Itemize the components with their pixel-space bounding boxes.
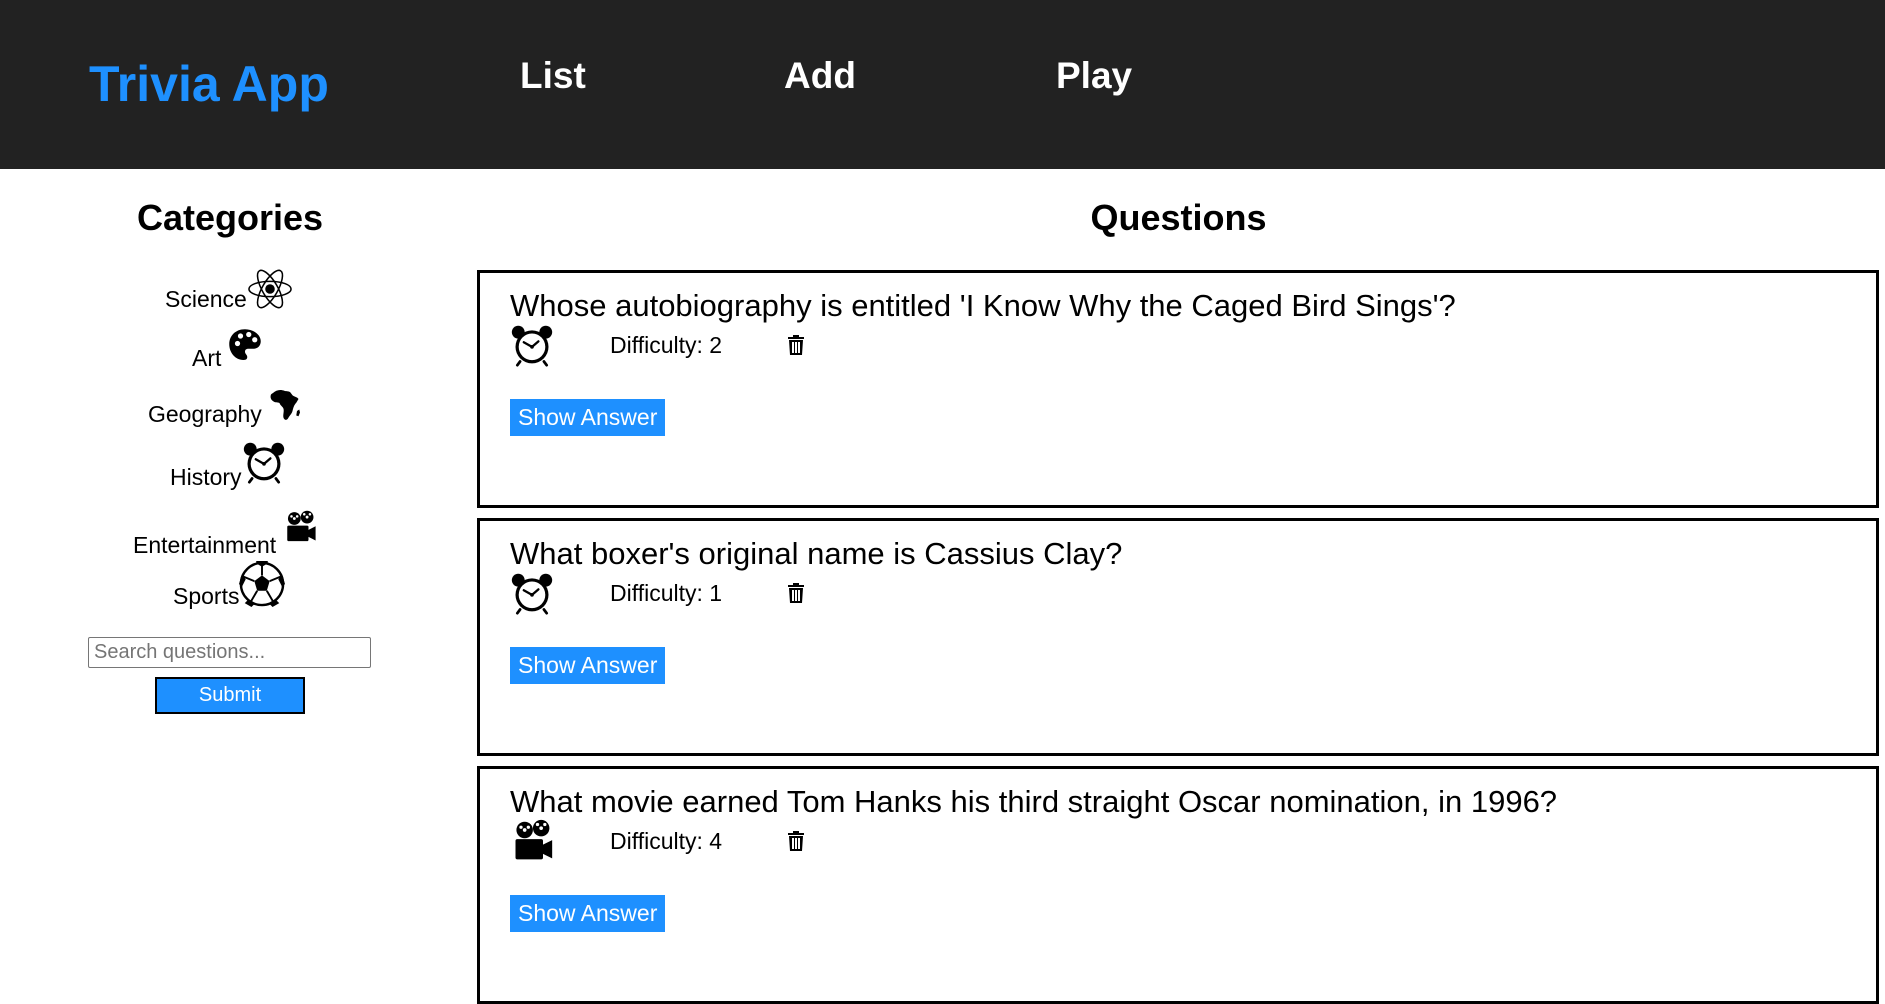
show-answer-button[interactable]: Show Answer [510, 647, 666, 684]
question-card: Whose autobiography is entitled 'I Know … [477, 270, 1879, 508]
africa-map-icon [267, 387, 303, 423]
category-label: Geography [148, 401, 262, 427]
trash-icon[interactable] [784, 333, 808, 357]
alarm-clock-icon [510, 323, 554, 367]
category-item-entertainment[interactable]: Entertainment [133, 510, 319, 558]
difficulty-label: Difficulty: 1 [610, 580, 723, 606]
trash-icon[interactable] [784, 581, 808, 605]
questions-heading: Questions [1090, 197, 1267, 238]
question-card: What movie earned Tom Hanks his third st… [477, 766, 1879, 1004]
difficulty-label: Difficulty: 4 [610, 828, 723, 854]
category-item-sports[interactable]: Sports [173, 561, 285, 609]
film-projector-icon [510, 819, 554, 863]
show-answer-button[interactable]: Show Answer [510, 399, 666, 436]
show-answer-button[interactable]: Show Answer [510, 895, 666, 932]
alarm-clock-icon [510, 571, 554, 615]
question-text: Whose autobiography is entitled 'I Know … [510, 288, 1456, 323]
difficulty-label: Difficulty: 2 [610, 332, 723, 358]
question-card: What boxer's original name is Cassius Cl… [477, 518, 1879, 756]
category-label: History [170, 464, 242, 490]
nav-add-link[interactable]: Add [784, 52, 856, 100]
categories-heading: Categories [136, 197, 324, 238]
atom-icon [247, 266, 293, 312]
top-navbar: Trivia App List Add Play [0, 0, 1885, 169]
film-projector-icon [281, 510, 319, 544]
category-label: Science [165, 286, 247, 312]
category-item-geography[interactable]: Geography [148, 387, 303, 427]
category-item-art[interactable]: Art [192, 327, 263, 371]
category-item-history[interactable]: History [170, 440, 286, 490]
question-text: What boxer's original name is Cassius Cl… [510, 536, 1123, 571]
category-label: Entertainment [133, 532, 277, 558]
palette-icon [227, 327, 263, 363]
search-input[interactable] [88, 637, 371, 668]
brand-logo[interactable]: Trivia App [89, 54, 329, 114]
trash-icon[interactable] [784, 829, 808, 853]
submit-button[interactable]: Submit [155, 677, 305, 714]
question-text: What movie earned Tom Hanks his third st… [510, 784, 1558, 819]
alarm-clock-icon [242, 440, 286, 484]
category-label: Art [192, 345, 222, 371]
category-item-science[interactable]: Science [165, 266, 293, 312]
nav-list-link[interactable]: List [520, 52, 586, 100]
nav-play-link[interactable]: Play [1056, 52, 1132, 100]
category-label: Sports [173, 583, 240, 609]
soccer-ball-icon [239, 561, 285, 607]
